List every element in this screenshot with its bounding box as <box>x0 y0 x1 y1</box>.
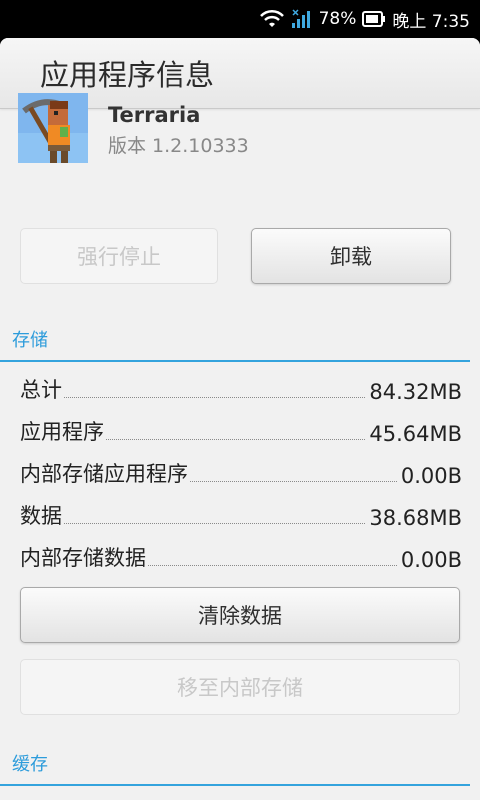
app-header: Terraria 版本 1.2.10333 <box>18 93 458 165</box>
row-label: 内部存储应用程序 <box>20 462 188 486</box>
battery-icon <box>362 11 386 27</box>
storage-section-header: 存储 <box>12 330 48 351</box>
status-icons: 78% 晚上 7:35 <box>259 0 470 38</box>
row-label: 总计 <box>20 378 62 402</box>
dotted-leader <box>148 564 397 566</box>
storage-row-internal-data: 内部存储数据 0.00B <box>20 542 462 572</box>
row-label: 应用程序 <box>20 420 104 444</box>
storage-row-total: 总计 84.32MB <box>20 374 462 404</box>
dotted-leader <box>64 522 366 524</box>
battery-percent: 78% <box>318 9 357 29</box>
row-value: 0.00B <box>400 464 462 488</box>
move-to-internal-button[interactable]: 移至内部存储 <box>20 659 460 715</box>
row-value: 45.64MB <box>369 422 462 446</box>
row-value: 84.32MB <box>369 380 462 404</box>
cache-section-header: 缓存 <box>12 754 48 775</box>
storage-row-data: 数据 38.68MB <box>20 500 462 530</box>
force-stop-button[interactable]: 强行停止 <box>20 228 218 284</box>
clear-data-button[interactable]: 清除数据 <box>20 587 460 643</box>
uninstall-button[interactable]: 卸载 <box>251 228 451 284</box>
terraria-app-icon <box>18 93 88 163</box>
clock: 晚上 7:35 <box>392 11 470 32</box>
page-title: 应用程序信息 <box>40 58 215 92</box>
storage-row-internal-app: 内部存储应用程序 0.00B <box>20 458 462 488</box>
section-divider <box>0 784 470 786</box>
section-divider <box>0 360 470 362</box>
row-label: 数据 <box>20 504 62 528</box>
storage-row-app: 应用程序 45.64MB <box>20 416 462 446</box>
dotted-leader <box>190 480 397 482</box>
wifi-icon <box>259 9 285 29</box>
row-value: 38.68MB <box>369 506 462 530</box>
dotted-leader <box>64 396 366 398</box>
app-version: 版本 1.2.10333 <box>108 135 249 157</box>
app-name: Terraria <box>108 103 201 127</box>
row-value: 0.00B <box>400 548 462 572</box>
status-bar: 78% 晚上 7:35 <box>0 0 480 38</box>
dotted-leader <box>106 438 366 440</box>
signal-icon <box>291 9 313 29</box>
row-label: 内部存储数据 <box>20 546 146 570</box>
